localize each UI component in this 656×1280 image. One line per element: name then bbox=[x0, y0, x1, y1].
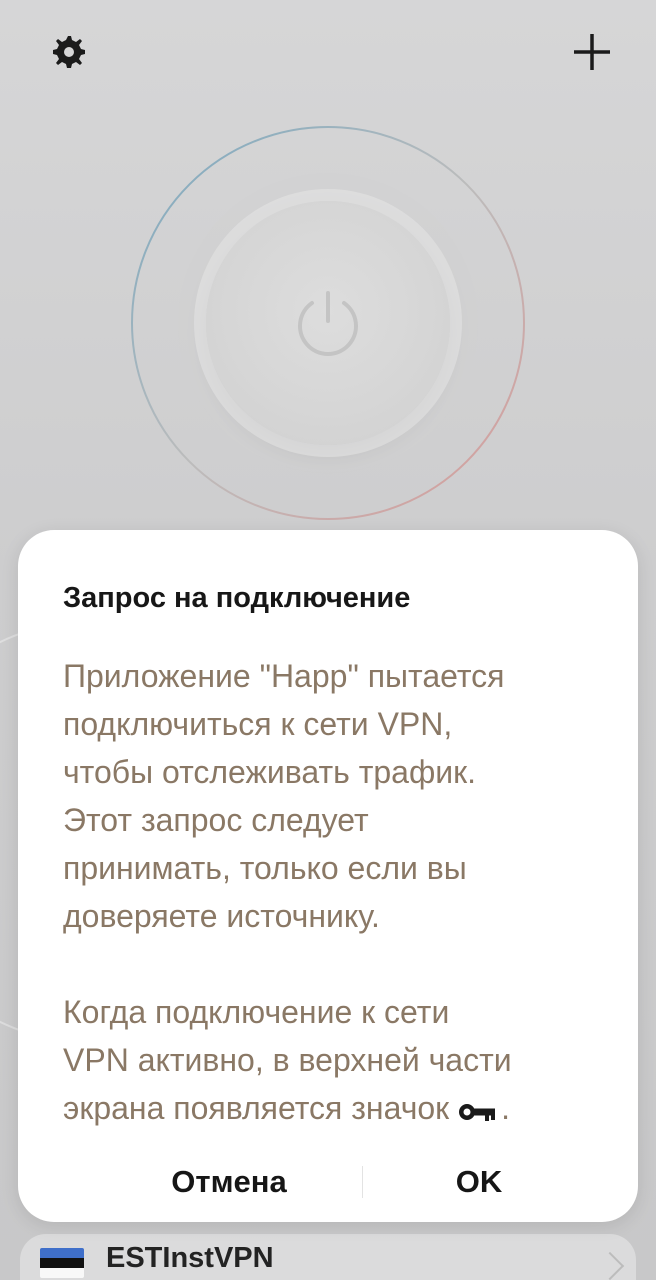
dialog-line: VPN активно, в верхней части bbox=[63, 1042, 512, 1078]
add-button[interactable] bbox=[568, 28, 616, 76]
estonia-flag-icon bbox=[40, 1248, 84, 1278]
dialog-actions: Отмена OK bbox=[18, 1160, 638, 1204]
power-icon bbox=[298, 291, 358, 356]
server-name: ESTInstVPN bbox=[106, 1242, 274, 1274]
dialog-line: принимать, только если вы bbox=[63, 850, 467, 886]
dialog-line: доверяете источнику. bbox=[63, 898, 380, 934]
dialog-line: Когда подключение к сети bbox=[63, 994, 450, 1030]
vpn-power-area bbox=[129, 124, 527, 522]
action-divider bbox=[362, 1166, 363, 1198]
app-screen: ESTInstVPN Запрос на подключение Приложе… bbox=[0, 0, 656, 1280]
dialog-line: Этот запрос следует bbox=[63, 802, 369, 838]
chevron-right-icon bbox=[595, 1251, 625, 1280]
power-button[interactable] bbox=[206, 201, 450, 445]
dialog-line: Приложение "Happ" пытается bbox=[63, 658, 505, 694]
vpn-connection-dialog: Запрос на подключение Приложение "Happ" … bbox=[18, 530, 638, 1222]
dialog-line: подключиться к сети VPN, bbox=[63, 706, 453, 742]
ok-button[interactable]: OK bbox=[379, 1160, 579, 1204]
dialog-line: чтобы отслеживать трафик. bbox=[63, 754, 477, 790]
key-icon bbox=[457, 1087, 499, 1135]
cancel-button[interactable]: Отмена bbox=[129, 1160, 329, 1204]
dialog-line-with-icon: экрана появляется значок . bbox=[63, 1084, 603, 1135]
dialog-line-end: . bbox=[501, 1090, 511, 1126]
dialog-message: Приложение "Happ" пытается подключиться … bbox=[63, 652, 603, 1135]
dialog-line-text: экрана появляется значок bbox=[63, 1090, 450, 1126]
plus-icon bbox=[574, 34, 610, 70]
dialog-title: Запрос на подключение bbox=[63, 582, 411, 614]
gear-icon bbox=[53, 36, 85, 68]
server-list-item[interactable]: ESTInstVPN bbox=[20, 1234, 636, 1280]
settings-button[interactable] bbox=[44, 28, 92, 76]
